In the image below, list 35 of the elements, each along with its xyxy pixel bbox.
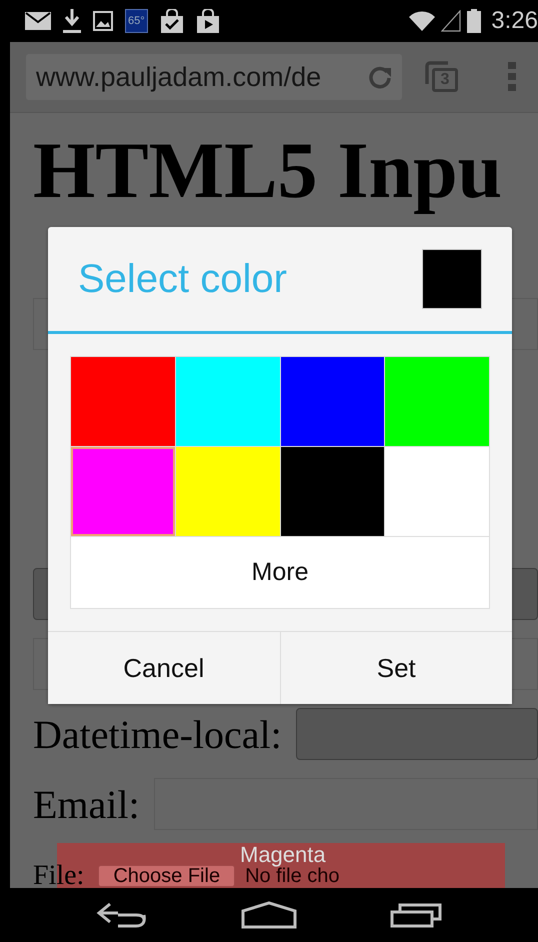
picker-field[interactable] xyxy=(296,708,538,760)
color-swatch[interactable] xyxy=(385,357,489,446)
clock-time: 3:26 xyxy=(491,7,538,35)
mail-icon xyxy=(25,12,51,30)
bag-check-icon xyxy=(160,9,184,33)
file-status: No file cho xyxy=(245,865,340,887)
wifi-icon xyxy=(409,11,436,31)
color-swatch[interactable] xyxy=(176,357,280,446)
color-swatch[interactable] xyxy=(280,447,384,536)
field-label: File: xyxy=(33,865,84,887)
toast-message: Magenta xyxy=(240,843,326,867)
bag-play-icon xyxy=(196,9,220,33)
color-swatch[interactable] xyxy=(176,447,280,536)
back-icon[interactable] xyxy=(96,902,148,928)
home-icon[interactable] xyxy=(240,901,297,929)
field-label: Email: xyxy=(33,780,140,828)
reload-icon[interactable] xyxy=(368,65,392,89)
dialog-button[interactable]: Set xyxy=(280,632,512,704)
download-icon xyxy=(63,9,81,33)
image-icon xyxy=(93,11,113,31)
current-color-preview xyxy=(422,249,482,309)
color-swatch[interactable] xyxy=(280,357,384,446)
color-swatch[interactable] xyxy=(71,447,175,536)
recent-apps-icon[interactable] xyxy=(390,902,442,928)
menu-icon[interactable] xyxy=(508,62,516,92)
field-label: Datetime-local: xyxy=(33,710,282,758)
page-heading: HTML5 Inpu xyxy=(33,126,504,217)
weather-badge: 65° xyxy=(125,9,148,33)
color-swatch[interactable] xyxy=(385,447,489,536)
choose-file-button[interactable]: Choose File xyxy=(98,865,236,887)
dialog-button[interactable]: Cancel xyxy=(48,632,280,704)
color-swatch[interactable] xyxy=(71,357,175,446)
battery-icon xyxy=(467,9,482,33)
signal-icon xyxy=(441,10,462,32)
dialog-title: Select color xyxy=(78,256,287,302)
